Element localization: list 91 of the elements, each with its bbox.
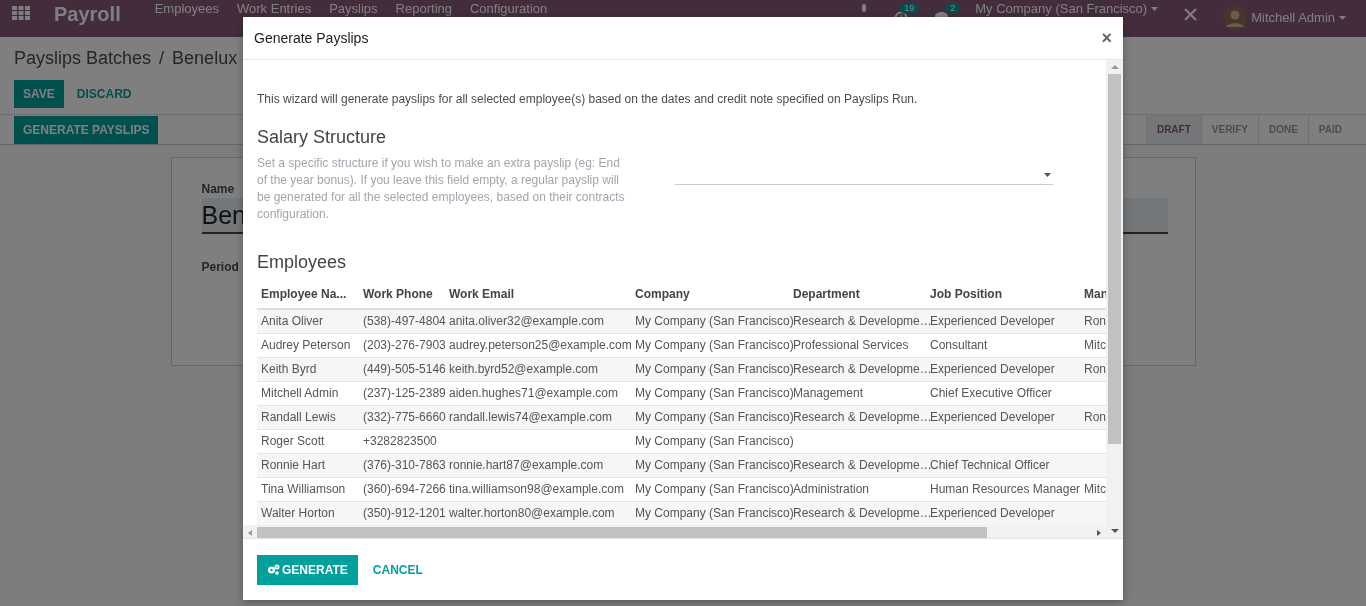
menu-item[interactable]: Reporting bbox=[395, 2, 452, 16]
help-text: Set a specific structure if you wish to make an extra payslip (eg: End of the year bonus). If you leave this field empty, a regular payslip will be generated for all the selected employees, based on their contracts configuration. bbox=[257, 155, 626, 223]
table-cell: ronnie.hart87@example.com bbox=[449, 458, 604, 472]
table-cell: Research & Developme… bbox=[793, 314, 932, 329]
table-cell: aiden.hughes71@example.com bbox=[449, 386, 618, 400]
table-cell: Experienced Developer bbox=[930, 506, 1055, 521]
menu-item[interactable]: Payslips bbox=[329, 2, 378, 16]
table-cell: anita.oliver32@example.com bbox=[449, 314, 604, 329]
generate-button[interactable]: GENERATE bbox=[257, 554, 358, 585]
table-cell: Audrey Peterson bbox=[261, 338, 351, 352]
table-cell: Consultant bbox=[930, 338, 988, 352]
table-cell: Research & Developme… bbox=[793, 362, 932, 376]
section-heading: Employees bbox=[257, 251, 348, 274]
table-cell: My Company (San Francisco) bbox=[635, 338, 794, 352]
table-cell: Research & Developme… bbox=[793, 410, 932, 424]
table-cell: Anita Oliver bbox=[261, 314, 324, 329]
tools-icon[interactable] bbox=[1184, 8, 1198, 21]
table-cell: Human Resources Manager bbox=[930, 482, 1081, 496]
user-name[interactable]: Mitchell Admin bbox=[1251, 8, 1335, 28]
caret-icon bbox=[1151, 7, 1159, 11]
table-cell: (237)-125-2389 bbox=[363, 386, 446, 400]
breadcrumb-link[interactable]: Payslips Batches bbox=[14, 48, 152, 68]
gears-icon bbox=[267, 564, 280, 575]
bug-icon[interactable] bbox=[860, 2, 869, 14]
table-cell: Experienced Developer bbox=[930, 410, 1055, 424]
table-cell: (376)-310-7863 bbox=[363, 458, 446, 472]
table-cell: (350)-912-1201 bbox=[363, 506, 446, 521]
table-cell: Professional Services bbox=[793, 338, 909, 352]
table-cell: Ronnie Hart bbox=[261, 458, 326, 472]
table-cell: My Company (San Francisco) bbox=[635, 434, 794, 448]
table-cell: Ron bbox=[1084, 410, 1106, 424]
notification-badge: 2 bbox=[946, 3, 960, 14]
save-button[interactable]: SAVE bbox=[14, 80, 64, 108]
discard-button[interactable]: DISCARD bbox=[67, 80, 141, 108]
table-cell: (538)-497-4804 bbox=[363, 314, 446, 329]
table-cell: My Company (San Francisco) bbox=[635, 410, 794, 424]
table-cell: Experienced Developer bbox=[930, 362, 1055, 376]
table-cell: My Company (San Francisco) bbox=[635, 458, 794, 472]
field-label: Name bbox=[201, 181, 235, 198]
table-cell: (332)-775-6660 bbox=[363, 410, 446, 424]
table-cell: walter.horton80@example.com bbox=[449, 506, 615, 521]
field-label: Period bbox=[201, 259, 239, 276]
table-cell: Roger Scott bbox=[261, 434, 325, 448]
table-cell: (203)-276-7903 bbox=[363, 338, 446, 352]
table-cell: My Company (San Francisco) bbox=[635, 482, 794, 496]
table-cell: Mitc bbox=[1084, 482, 1106, 496]
table-cell: audrey.peterson25@example.com bbox=[449, 338, 632, 352]
section-heading: Salary Structure bbox=[257, 126, 388, 149]
vertical-scrollbar[interactable] bbox=[1106, 60, 1123, 538]
table-cell: Keith Byrd bbox=[261, 362, 317, 376]
table-cell: Experienced Developer bbox=[930, 314, 1055, 329]
notification-badge: 19 bbox=[900, 3, 919, 14]
apps-icon[interactable] bbox=[12, 6, 30, 20]
table-cell: Ron bbox=[1084, 314, 1106, 329]
table-cell: keith.byrd52@example.com bbox=[449, 362, 598, 376]
table-cell: Chief Technical Officer bbox=[930, 458, 1050, 472]
generate-payslips-button[interactable]: GENERATE PAYSLIPS bbox=[14, 115, 159, 144]
caret-icon bbox=[1339, 16, 1346, 20]
caret-icon bbox=[1044, 172, 1051, 177]
table-cell: (449)-505-5146 bbox=[363, 362, 446, 376]
menu-item[interactable]: Employees bbox=[154, 2, 219, 16]
avatar[interactable] bbox=[1223, 6, 1248, 30]
breadcrumb-current: Benelux bbox=[172, 48, 238, 68]
table-cell: My Company (San Francisco) bbox=[635, 506, 794, 521]
table-cell: +3282823500 bbox=[363, 434, 437, 448]
table-cell: Mitc bbox=[1084, 338, 1106, 352]
close-button[interactable]: × bbox=[1101, 24, 1112, 52]
table-cell: Tina Williamson bbox=[261, 482, 346, 496]
horizontal-scrollbar[interactable] bbox=[243, 525, 1106, 538]
table-cell: My Company (San Francisco) bbox=[635, 386, 794, 400]
table-cell: Walter Horton bbox=[261, 506, 335, 521]
intro-text: This wizard will generate payslips for all selected employee(s) based on the dates and credit note specified on Payslips Run. bbox=[257, 91, 919, 108]
menu-item[interactable]: Configuration bbox=[470, 2, 548, 16]
table-cell: My Company (San Francisco) bbox=[635, 362, 794, 376]
table-cell: randall.lewis74@example.com bbox=[449, 410, 612, 424]
menu-item[interactable]: Work Entries bbox=[237, 2, 312, 16]
cancel-button[interactable]: CANCEL bbox=[363, 555, 432, 584]
table-cell: Randall Lewis bbox=[261, 410, 336, 424]
table-cell: Management bbox=[793, 386, 864, 400]
table-cell: Chief Executive Officer bbox=[930, 386, 1052, 400]
table-cell: Ron bbox=[1084, 362, 1106, 376]
breadcrumb-separator: / bbox=[159, 48, 165, 68]
table-cell: tina.williamson98@example.com bbox=[449, 482, 624, 496]
table-cell: Mitchell Admin bbox=[261, 386, 339, 400]
table-cell: Administration bbox=[793, 482, 870, 496]
dialog-title: Generate Payslips bbox=[254, 28, 369, 48]
table-cell: Research & Developme… bbox=[793, 506, 932, 521]
status-stage[interactable]: DRAFT bbox=[1145, 115, 1201, 144]
table-cell: My Company (San Francisco) bbox=[635, 314, 794, 329]
app-title: Payroll bbox=[54, 2, 121, 26]
table-cell: (360)-694-7266 bbox=[363, 482, 446, 496]
